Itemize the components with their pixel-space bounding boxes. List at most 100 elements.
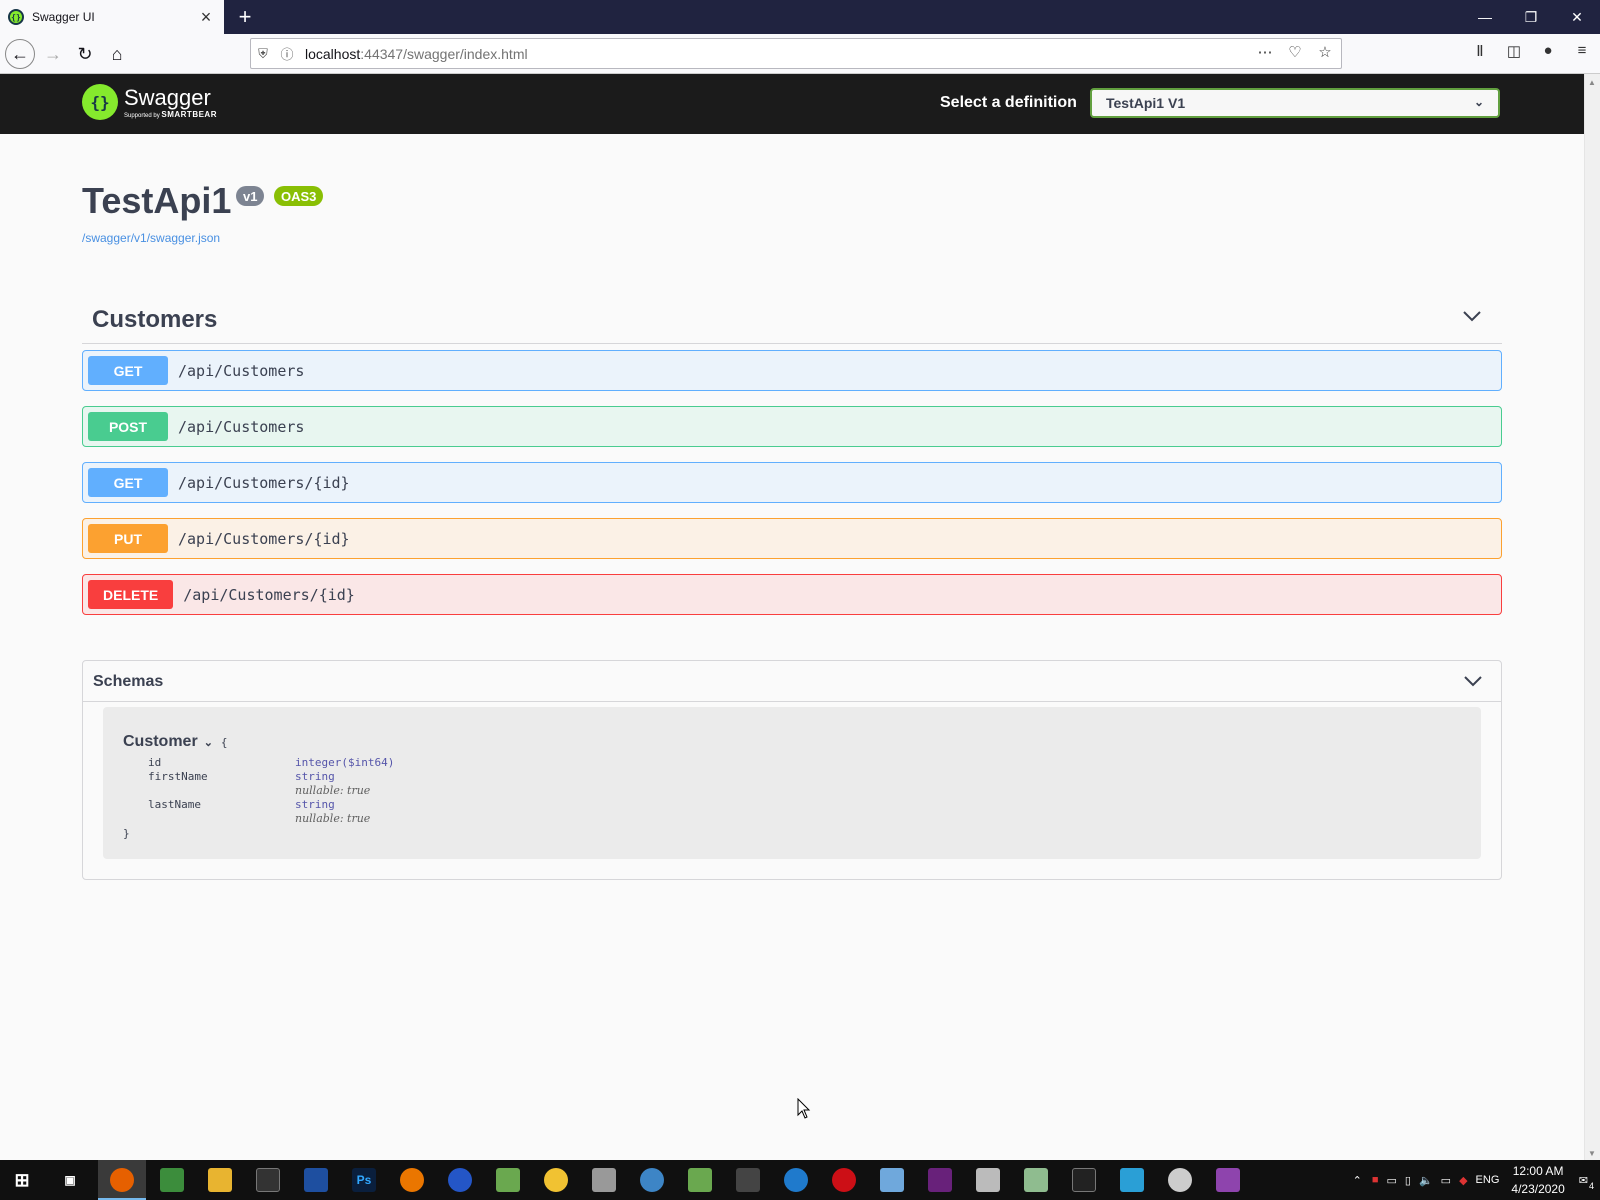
definition-label: Select a definition xyxy=(940,94,1077,111)
account-icon[interactable]: ● xyxy=(1538,42,1558,60)
info-icon[interactable]: ⓘ xyxy=(275,44,299,63)
clock-date: 4/23/2020 xyxy=(1511,1182,1565,1196)
chevron-down-icon: ⌄ xyxy=(1473,95,1484,109)
chevron-down-icon[interactable] xyxy=(1463,671,1483,691)
app-icon[interactable] xyxy=(160,1168,184,1192)
tab-close-icon[interactable]: × xyxy=(192,3,220,31)
app-icon[interactable] xyxy=(976,1168,1000,1192)
operation-get-customers[interactable]: GET /api/Customers xyxy=(82,350,1502,391)
app-icon[interactable] xyxy=(640,1168,664,1192)
video-editor-icon[interactable] xyxy=(736,1168,760,1192)
usb-icon[interactable]: ▯ xyxy=(1405,1174,1411,1187)
app-icon[interactable] xyxy=(880,1168,904,1192)
operation-put-customer[interactable]: PUT /api/Customers/{id} xyxy=(82,518,1502,559)
operation-path: /api/Customers xyxy=(178,361,305,380)
definition-select-value: TestApi1 V1 xyxy=(1106,95,1186,111)
operation-path: /api/Customers/{id} xyxy=(178,473,350,492)
notification-count: 4 xyxy=(1588,1180,1594,1191)
operation-post-customers[interactable]: POST /api/Customers xyxy=(82,406,1502,447)
forward-arrow-icon[interactable]: → xyxy=(38,39,68,69)
back-arrow-icon[interactable]: ← xyxy=(5,39,35,69)
definition-select[interactable]: TestApi1 V1 ⌄ xyxy=(1090,88,1500,118)
version-badge: v1 xyxy=(236,186,265,206)
method-badge: POST xyxy=(88,412,168,441)
file-explorer-icon[interactable] xyxy=(208,1168,232,1192)
swagger-json-link[interactable]: /swagger/v1/swagger.json xyxy=(82,231,220,245)
property-name: lastName xyxy=(148,798,201,811)
new-tab-button[interactable]: + xyxy=(230,2,260,32)
tools-icon[interactable] xyxy=(592,1168,616,1192)
pocket-icon[interactable]: ♡ xyxy=(1285,43,1305,61)
property-nullable: nullable: true xyxy=(295,784,371,797)
property-type: string xyxy=(295,798,335,811)
tray-app-icon[interactable]: ◆ xyxy=(1459,1174,1467,1187)
menu-icon[interactable]: ≡ xyxy=(1572,42,1592,60)
scroll-down-icon[interactable]: ▼ xyxy=(1588,1149,1596,1158)
save-app-icon[interactable] xyxy=(304,1168,328,1192)
method-badge: GET xyxy=(88,468,168,497)
visual-studio-icon[interactable] xyxy=(928,1168,952,1192)
page-actions-icon[interactable]: ⋯ xyxy=(1255,43,1275,61)
browser-tab[interactable]: {} Swagger UI × xyxy=(0,0,224,34)
property-type: string xyxy=(295,770,335,783)
scroll-up-icon[interactable]: ▲ xyxy=(1588,78,1596,87)
blender-icon[interactable] xyxy=(400,1168,424,1192)
app-icon[interactable] xyxy=(496,1168,520,1192)
window-close-icon[interactable]: ✕ xyxy=(1554,0,1600,34)
operation-path: /api/Customers/{id} xyxy=(183,585,355,604)
photoshop-icon[interactable]: Ps xyxy=(352,1168,376,1192)
language-indicator[interactable]: ENG xyxy=(1476,1174,1500,1186)
opera-icon[interactable] xyxy=(832,1168,856,1192)
home-icon[interactable]: ⌂ xyxy=(102,39,132,69)
windows-taskbar: ⊞ ▣ Ps ⌃ ■ ▭ ▯ 🔈 ▭ ◆ ENG 12:00 AM 4/23/2… xyxy=(0,1160,1600,1200)
chevron-down-icon[interactable] xyxy=(1462,306,1482,326)
page-scrollbar[interactable]: ▲ ▼ xyxy=(1584,74,1600,1162)
chevron-down-icon[interactable]: ⌄ xyxy=(204,736,213,749)
network-icon[interactable]: ▭ xyxy=(1387,1174,1397,1187)
open-brace: { xyxy=(220,735,228,749)
schemas-header[interactable]: Schemas xyxy=(83,661,1501,702)
tray-expand-icon[interactable]: ⌃ xyxy=(1353,1174,1362,1187)
task-view-icon[interactable]: ▣ xyxy=(58,1168,82,1192)
app-icon[interactable] xyxy=(448,1168,472,1192)
property-name: firstName xyxy=(148,770,208,783)
app-icon[interactable] xyxy=(1024,1168,1048,1192)
volume-icon[interactable]: 🔈 xyxy=(1419,1174,1433,1187)
operation-path: /api/Customers/{id} xyxy=(178,529,350,548)
bookmark-star-icon[interactable]: ☆ xyxy=(1315,43,1335,61)
app-icon[interactable] xyxy=(1072,1168,1096,1192)
property-name: id xyxy=(148,756,162,769)
battery-icon[interactable]: ▭ xyxy=(1441,1174,1451,1187)
taskbar-clock[interactable]: 12:00 AM 4/23/2020 xyxy=(1511,1162,1564,1198)
visual-studio-icon[interactable] xyxy=(1216,1168,1240,1192)
method-badge: GET xyxy=(88,356,168,385)
shield-icon[interactable]: ⛨ xyxy=(251,46,275,62)
tray-app-icon[interactable]: ■ xyxy=(1372,1174,1379,1186)
app-icon[interactable] xyxy=(544,1168,568,1192)
tag-header-customers[interactable]: Customers xyxy=(82,296,1502,344)
notifications-icon[interactable]: ✉ 4 xyxy=(1579,1174,1594,1191)
operation-delete-customer[interactable]: DELETE /api/Customers/{id} xyxy=(82,574,1502,615)
property-type: integer($int64) xyxy=(295,756,395,769)
url-text[interactable]: localhost:44347/swagger/index.html xyxy=(305,46,528,62)
firefox-icon[interactable] xyxy=(110,1168,134,1192)
operation-get-customer-by-id[interactable]: GET /api/Customers/{id} xyxy=(82,462,1502,503)
windows-start-icon[interactable]: ⊞ xyxy=(10,1168,34,1192)
clock-time: 12:00 AM xyxy=(1512,1164,1564,1178)
method-badge: DELETE xyxy=(88,580,174,609)
model-name-toggle[interactable]: Customer ⌄ { xyxy=(123,733,228,751)
minimize-icon[interactable]: ― xyxy=(1462,0,1508,34)
app-icon[interactable] xyxy=(1168,1168,1192,1192)
app-icon[interactable] xyxy=(688,1168,712,1192)
schemas-title: Schemas xyxy=(93,673,164,690)
address-bar[interactable]: ⛨ ⓘ localhost:44347/swagger/index.html ⋯… xyxy=(250,38,1342,69)
restore-icon[interactable]: ❐ xyxy=(1508,0,1554,34)
sidebar-icon[interactable]: ◫ xyxy=(1504,42,1524,60)
terminal-icon[interactable] xyxy=(256,1168,280,1192)
swagger-logo[interactable]: {} Swagger Supported by SMARTBEAR xyxy=(82,84,217,120)
app-icon[interactable] xyxy=(784,1168,808,1192)
app-icon[interactable] xyxy=(1120,1168,1144,1192)
library-icon[interactable]: Ⅱ xyxy=(1470,42,1490,60)
reload-icon[interactable]: ↻ xyxy=(70,39,100,69)
operation-path: /api/Customers xyxy=(178,417,305,436)
